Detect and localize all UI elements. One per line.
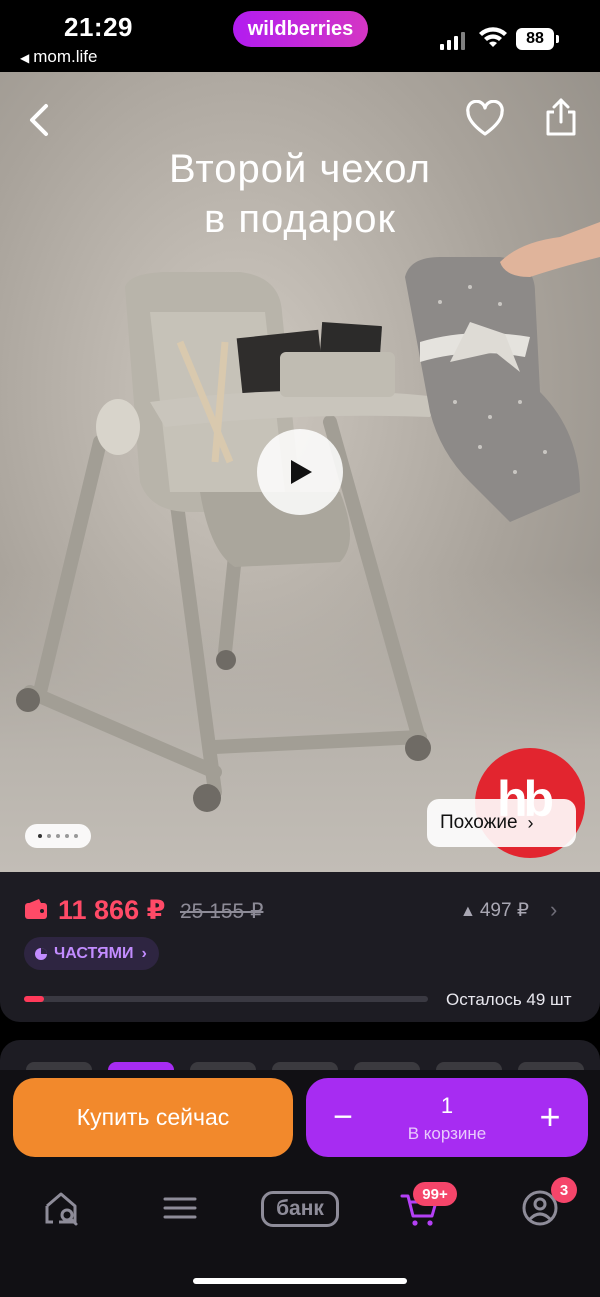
- purchase-action-bar: Купить сейчас − 1 В корзине +: [0, 1070, 600, 1170]
- pagination-dot: [38, 834, 42, 838]
- price-up-icon: ▲: [460, 903, 476, 920]
- promo-title-line1: Второй чехол: [169, 147, 431, 191]
- share-icon[interactable]: [543, 96, 579, 138]
- cart-count-badge: 99+: [413, 1182, 457, 1206]
- product-gallery[interactable]: Второй чехол в подарок hb Похожие ›: [0, 72, 600, 872]
- back-triangle-icon: ◀: [20, 51, 30, 65]
- play-icon: [291, 460, 312, 484]
- stock-progress-bar: [24, 996, 428, 1002]
- similar-label: Похожие: [440, 812, 518, 833]
- wallet-icon: [25, 899, 47, 919]
- battery-indicator: 88: [516, 28, 559, 50]
- promo-title: Второй чехол в подарок: [0, 144, 600, 244]
- home-indicator: [193, 1278, 407, 1284]
- increase-quantity-button[interactable]: +: [536, 1099, 564, 1135]
- back-app-name: mom.life: [33, 47, 98, 66]
- heart-icon[interactable]: [465, 100, 505, 138]
- similar-products-button[interactable]: Похожие ›: [427, 799, 576, 847]
- chevron-right-icon[interactable]: ›: [550, 897, 557, 923]
- play-video-button[interactable]: [257, 429, 343, 515]
- menu-icon[interactable]: [160, 1188, 200, 1228]
- pagination-dot: [65, 834, 69, 838]
- price-change-value: 497 ₽: [479, 900, 529, 921]
- profile-notification-badge: 3: [551, 1177, 577, 1203]
- price-section: 11 866 ₽ 25 155 ₽ ▲ 497 ₽ › ЧАСТЯМИ › Ост…: [0, 872, 600, 1022]
- back-to-app-link[interactable]: ◀ mom.life: [20, 47, 97, 67]
- bank-tab[interactable]: банк: [261, 1191, 339, 1227]
- current-price: 11 866 ₽: [58, 895, 166, 925]
- stock-progress-fill: [24, 996, 45, 1002]
- status-time: 21:29: [64, 12, 133, 42]
- buy-now-button[interactable]: Купить сейчас: [13, 1078, 293, 1157]
- pagination-dot: [56, 834, 60, 838]
- installments-button[interactable]: ЧАСТЯМИ ›: [24, 937, 159, 970]
- chevron-right-icon: ›: [527, 812, 534, 833]
- installments-label: ЧАСТЯМИ: [54, 944, 134, 962]
- back-arrow-icon[interactable]: [22, 98, 58, 142]
- pagination-dot: [47, 834, 51, 838]
- chevron-right-icon: ›: [141, 944, 147, 962]
- stock-remaining: Осталось 49 шт: [446, 990, 572, 1009]
- wifi-icon: [479, 27, 507, 47]
- cellular-signal-icon: [440, 30, 468, 50]
- cart-quantity-control: − 1 В корзине +: [306, 1078, 588, 1157]
- gallery-pagination: [25, 824, 91, 848]
- price-history-link[interactable]: ▲ 497 ₽: [460, 899, 529, 922]
- promo-title-line2: в подарок: [204, 197, 396, 241]
- home-search-icon[interactable]: [41, 1188, 81, 1228]
- status-bar: 21:29 ◀ mom.life wildberries 88: [0, 0, 600, 72]
- wildberries-pill: wildberries: [233, 11, 368, 47]
- old-price: 25 155 ₽: [180, 900, 264, 923]
- pagination-dot: [74, 834, 78, 838]
- pie-chart-icon: [35, 947, 47, 960]
